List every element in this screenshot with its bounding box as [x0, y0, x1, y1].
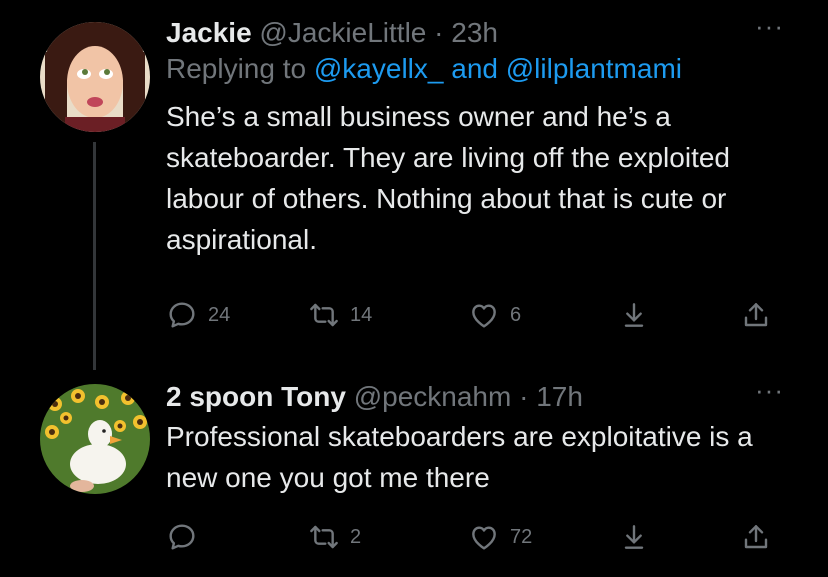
- bookmark-icon: [624, 303, 644, 327]
- avatar-duck-sunflowers-icon: [40, 384, 150, 494]
- user-handle[interactable]: @pecknahm: [354, 381, 512, 412]
- like-count: 72: [510, 525, 533, 548]
- avatar-portrait-icon: [40, 22, 150, 132]
- replying-to-and[interactable]: and: [443, 53, 505, 84]
- reply-icon: [169, 302, 195, 328]
- retweet-count: 14: [350, 303, 373, 326]
- replying-to: Replying to @kayellx_ and @lilplantmami: [166, 52, 788, 86]
- reply-count: 24: [208, 303, 231, 326]
- separator-dot: ·: [434, 17, 444, 48]
- like-count: 6: [510, 303, 522, 326]
- avatar[interactable]: [40, 22, 150, 132]
- more-icon[interactable]: ···: [755, 13, 784, 39]
- retweet-icon: [310, 303, 338, 327]
- tweet-text: She’s a small business owner and he’s a …: [166, 101, 730, 255]
- tweet-text: Professional skateboarders are exploitat…: [166, 421, 753, 493]
- action-bar: 24 14 6: [166, 295, 786, 335]
- mention-kayellx[interactable]: @kayellx_: [314, 53, 444, 84]
- share-icon: [744, 525, 768, 549]
- like-icon: [472, 304, 496, 328]
- user-handle[interactable]: @JackieLittle: [259, 17, 426, 48]
- share-button[interactable]: [740, 295, 772, 335]
- retweet-icon: [310, 525, 338, 549]
- share-button[interactable]: [740, 517, 772, 557]
- bookmark-button[interactable]: [618, 517, 650, 557]
- reply-icon: [169, 524, 195, 550]
- mention-lilplantmami[interactable]: @lilplantmami: [506, 53, 682, 84]
- tweet-header: 2 spoon Tony @pecknahm · 17h: [166, 380, 788, 414]
- more-icon[interactable]: ···: [755, 377, 784, 403]
- like-button[interactable]: 72: [468, 517, 532, 557]
- bookmark-icon: [624, 525, 644, 549]
- action-bar: 2 72: [166, 517, 786, 557]
- timestamp[interactable]: 17h: [536, 381, 583, 412]
- retweet-button[interactable]: 14: [308, 295, 372, 335]
- display-name[interactable]: 2 spoon Tony: [166, 381, 346, 412]
- separator-dot: ·: [519, 381, 529, 412]
- retweet-count: 2: [350, 525, 362, 548]
- replying-to-label: Replying to: [166, 53, 314, 84]
- tweet-jackie[interactable]: Jackie @JackieLittle · 23h ··· Replying …: [0, 0, 828, 350]
- share-icon: [744, 303, 768, 327]
- reply-button[interactable]: [166, 517, 208, 557]
- avatar[interactable]: [40, 384, 150, 494]
- tweet-header: Jackie @JackieLittle · 23h: [166, 16, 788, 50]
- like-icon: [472, 526, 496, 550]
- timestamp[interactable]: 23h: [451, 17, 498, 48]
- display-name[interactable]: Jackie: [166, 17, 252, 48]
- reply-button[interactable]: 24: [166, 295, 230, 335]
- retweet-button[interactable]: 2: [308, 517, 361, 557]
- like-button[interactable]: 6: [468, 295, 521, 335]
- bookmark-button[interactable]: [618, 295, 650, 335]
- tweet-2-spoon-tony[interactable]: 2 spoon Tony @pecknahm · 17h ··· Profess…: [0, 370, 828, 577]
